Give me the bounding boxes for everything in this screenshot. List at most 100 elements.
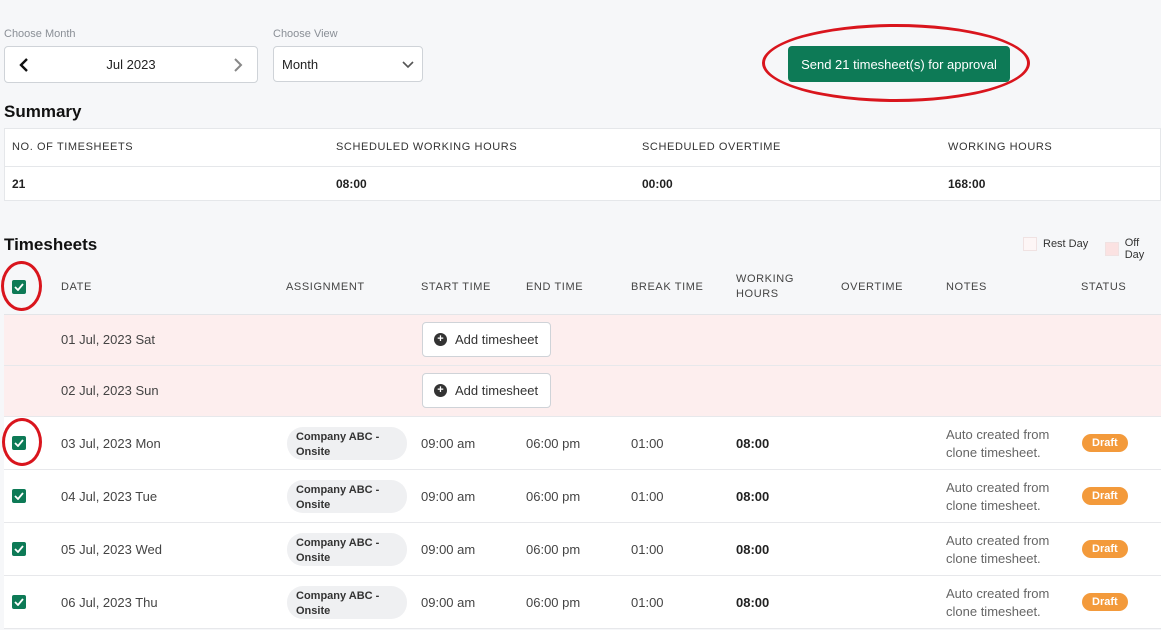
notes-line2: clone timesheet. xyxy=(946,604,1041,619)
row-notes: Auto created from clone timesheet. xyxy=(946,426,1066,462)
add-timesheet-button[interactable]: + Add timesheet xyxy=(422,322,551,357)
legend-rest-day: Rest Day xyxy=(1023,237,1088,251)
col-end-time: END TIME xyxy=(526,281,584,293)
col-working-hours-line1: WORKING xyxy=(736,273,794,285)
row-notes: Auto created from clone timesheet. xyxy=(946,479,1066,515)
add-timesheet-button[interactable]: + Add timesheet xyxy=(422,373,551,408)
off-day-swatch xyxy=(1105,242,1119,256)
col-working-hours-line2: HOURS xyxy=(736,288,779,300)
assignment-line1: Company ABC - xyxy=(296,590,380,602)
view-value: Month xyxy=(282,56,319,72)
row-checkbox[interactable] xyxy=(12,595,26,609)
off-day-label: Off Day xyxy=(1124,237,1145,261)
notes-line2: clone timesheet. xyxy=(946,445,1041,460)
row-end-time: 06:00 pm xyxy=(526,436,581,451)
summary-value-scheduled-hours: 08:00 xyxy=(336,177,367,191)
select-all-checkbox[interactable] xyxy=(12,280,26,294)
summary-value-working-hours: 168:00 xyxy=(948,177,986,191)
notes-line2: clone timesheet. xyxy=(946,498,1041,513)
notes-line1: Auto created from xyxy=(946,427,1050,442)
status-badge: Draft xyxy=(1082,487,1128,505)
row-start-time: 09:00 am xyxy=(421,595,476,610)
status-badge: Draft xyxy=(1082,593,1128,611)
col-assignment: ASSIGNMENT xyxy=(286,281,365,293)
choose-month-label: Choose Month xyxy=(4,28,76,40)
row-date: 06 Jul, 2023 Thu xyxy=(61,595,158,610)
row-break-time: 01:00 xyxy=(631,436,664,451)
notes-line1: Auto created from xyxy=(946,533,1050,548)
table-row: 04 Jul, 2023 Tue Company ABC - Onsite 09… xyxy=(4,470,1161,523)
assignment-line1: Company ABC - xyxy=(296,537,380,549)
summary-header-scheduled-overtime: SCHEDULED OVERTIME xyxy=(642,141,781,153)
table-row: 02 Jul, 2023 Sun + Add timesheet xyxy=(4,366,1161,417)
chevron-down-icon xyxy=(402,57,414,72)
assignment-line2: Onsite xyxy=(296,605,331,617)
col-notes: NOTES xyxy=(946,281,987,293)
row-checkbox[interactable] xyxy=(12,436,26,450)
row-checkbox[interactable] xyxy=(12,542,26,556)
row-date: 03 Jul, 2023 Mon xyxy=(61,436,161,451)
table-row: 03 Jul, 2023 Mon Company ABC - Onsite 09… xyxy=(4,417,1161,470)
assignment-line2: Onsite xyxy=(296,552,331,564)
table-row: 01 Jul, 2023 Sat + Add timesheet xyxy=(4,315,1161,366)
rest-day-label: Rest Day xyxy=(1043,238,1089,250)
row-break-time: 01:00 xyxy=(631,595,664,610)
summary-divider xyxy=(5,166,1160,167)
row-start-time: 09:00 am xyxy=(421,436,476,451)
col-overtime: OVERTIME xyxy=(841,281,904,293)
col-working-hours: WORKING HOURS xyxy=(736,272,794,302)
row-working-hours: 08:00 xyxy=(736,595,770,610)
assignment-chip: Company ABC - Onsite xyxy=(287,427,407,460)
col-break-time: BREAK TIME xyxy=(631,281,704,293)
timesheets-table: DATE ASSIGNMENT START TIME END TIME BREA… xyxy=(4,260,1161,629)
row-end-time: 06:00 pm xyxy=(526,595,581,610)
summary-value-count: 21 xyxy=(12,177,26,191)
assignment-chip: Company ABC - Onsite xyxy=(287,586,407,619)
status-badge: Draft xyxy=(1082,540,1128,558)
col-start-time: START TIME xyxy=(421,281,491,293)
summary-card: NO. OF TIMESHEETS SCHEDULED WORKING HOUR… xyxy=(4,128,1161,201)
table-header: DATE ASSIGNMENT START TIME END TIME BREA… xyxy=(4,260,1161,315)
row-start-time: 09:00 am xyxy=(421,489,476,504)
row-date: 04 Jul, 2023 Tue xyxy=(61,489,158,504)
timesheets-title: Timesheets xyxy=(4,235,98,254)
notes-line2: clone timesheet. xyxy=(946,551,1041,566)
row-start-time: 09:00 am xyxy=(421,542,476,557)
row-date: 01 Jul, 2023 Sat xyxy=(61,332,155,347)
notes-line1: Auto created from xyxy=(946,480,1050,495)
plus-circle-icon: + xyxy=(434,384,447,397)
assignment-line1: Company ABC - xyxy=(296,431,380,443)
add-timesheet-label: Add timesheet xyxy=(455,383,539,398)
view-select[interactable]: Month xyxy=(273,46,423,82)
legend-off-day: Off Day xyxy=(1105,237,1161,261)
summary-header-working-hours: WORKING HOURS xyxy=(948,141,1053,153)
row-working-hours: 08:00 xyxy=(736,542,770,557)
chevron-right-icon[interactable] xyxy=(231,57,245,72)
row-checkbox[interactable] xyxy=(12,489,26,503)
summary-value-scheduled-overtime: 00:00 xyxy=(642,177,673,191)
row-working-hours: 08:00 xyxy=(736,489,770,504)
send-for-approval-button[interactable]: Send 21 timesheet(s) for approval xyxy=(788,46,1010,82)
rest-day-swatch xyxy=(1023,237,1037,251)
assignment-line2: Onsite xyxy=(296,446,331,458)
summary-header-count: NO. OF TIMESHEETS xyxy=(12,141,134,153)
assignment-line1: Company ABC - xyxy=(296,484,380,496)
col-date: DATE xyxy=(61,281,92,293)
chevron-left-icon[interactable] xyxy=(17,57,31,72)
row-notes: Auto created from clone timesheet. xyxy=(946,585,1066,621)
add-timesheet-label: Add timesheet xyxy=(455,332,539,347)
row-break-time: 01:00 xyxy=(631,489,664,504)
status-badge: Draft xyxy=(1082,434,1128,452)
summary-header-scheduled-hours: SCHEDULED WORKING HOURS xyxy=(336,141,518,153)
summary-title: Summary xyxy=(4,102,82,121)
table-row: 06 Jul, 2023 Thu Company ABC - Onsite 09… xyxy=(4,576,1161,629)
table-row: 05 Jul, 2023 Wed Company ABC - Onsite 09… xyxy=(4,523,1161,576)
month-value: Jul 2023 xyxy=(106,57,156,72)
row-end-time: 06:00 pm xyxy=(526,542,581,557)
assignment-chip: Company ABC - Onsite xyxy=(287,533,407,566)
row-date: 02 Jul, 2023 Sun xyxy=(61,383,159,398)
choose-view-label: Choose View xyxy=(273,28,338,40)
row-end-time: 06:00 pm xyxy=(526,489,581,504)
assignment-line2: Onsite xyxy=(296,499,331,511)
month-picker: Jul 2023 xyxy=(4,46,258,83)
